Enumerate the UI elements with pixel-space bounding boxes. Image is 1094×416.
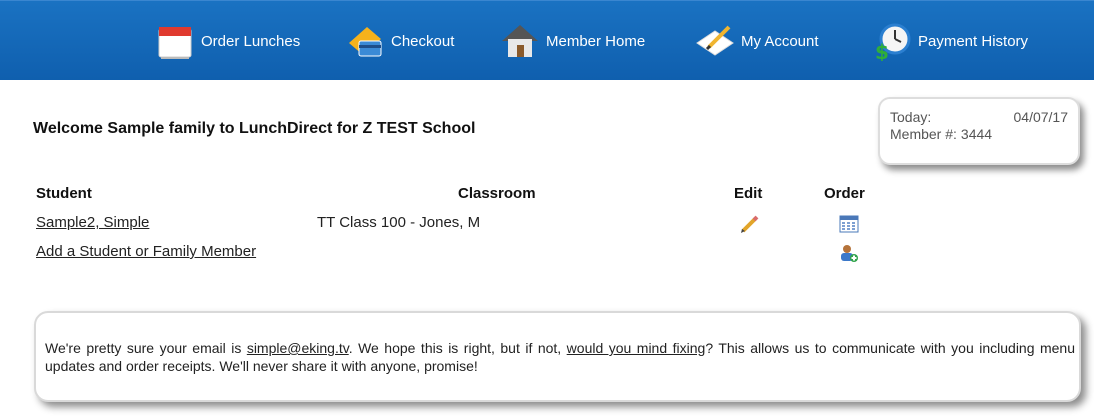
table-row: Sample2, Simple: [36, 214, 149, 231]
order-calendar-icon[interactable]: [839, 214, 859, 234]
nav-payment-history-label: Payment History: [918, 32, 1029, 50]
nav-my-account[interactable]: My Account: [695, 19, 819, 63]
nav-payment-history[interactable]: $ Payment History: [872, 19, 1028, 63]
header-order: Order: [824, 185, 865, 202]
email-notice-text: We're pretty sure your email is simple@e…: [45, 339, 1075, 375]
member-number: 3444: [960, 126, 993, 142]
today-label: Today:: [890, 109, 932, 125]
fix-email-link[interactable]: would you mind fixing: [567, 340, 706, 356]
calendar-icon: [155, 21, 195, 61]
notice-text-1: We're pretty sure your email is: [45, 340, 247, 356]
email-notice: We're pretty sure your email is simple@e…: [34, 311, 1081, 402]
member-number-row: Member #: 3444: [890, 126, 992, 142]
header-edit: Edit: [734, 185, 763, 202]
house-icon: [500, 21, 540, 61]
pencil-note-icon: [695, 21, 735, 61]
student-classroom: TT Class 100 - Jones, M: [317, 214, 481, 231]
nav-order-lunches[interactable]: Order Lunches: [155, 19, 300, 63]
today-date: 04/07/17: [1013, 109, 1069, 125]
nav-checkout[interactable]: Checkout: [345, 19, 454, 63]
clock-money-icon: $: [872, 21, 912, 61]
credit-card-icon: [345, 21, 385, 61]
notice-text-2: . We hope this is right, but if not,: [348, 340, 567, 356]
top-nav: Order Lunches Checkout Member Home My Ac…: [0, 0, 1094, 80]
nav-member-home-label: Member Home: [546, 32, 646, 50]
member-info-box: Today: 04/07/17 Member #: 3444: [878, 97, 1080, 165]
header-classroom: Classroom: [458, 185, 536, 202]
header-student: Student: [36, 185, 92, 202]
list-item: Add a Student or Family Member: [36, 243, 256, 260]
nav-checkout-label: Checkout: [391, 32, 455, 50]
student-link[interactable]: Sample2, Simple: [36, 214, 149, 231]
nav-my-account-label: My Account: [741, 32, 819, 50]
nav-order-lunches-label: Order Lunches: [201, 32, 301, 50]
nav-member-home[interactable]: Member Home: [500, 19, 645, 63]
email-link[interactable]: simple@eking.tv: [247, 340, 349, 356]
member-label: Member #:: [890, 126, 957, 142]
welcome-heading: Welcome Sample family to LunchDirect for…: [33, 120, 476, 137]
add-student-link[interactable]: Add a Student or Family Member: [36, 243, 256, 260]
add-user-icon[interactable]: [839, 243, 859, 263]
svg-text:$: $: [875, 40, 889, 61]
edit-pencil-icon[interactable]: [739, 214, 759, 234]
